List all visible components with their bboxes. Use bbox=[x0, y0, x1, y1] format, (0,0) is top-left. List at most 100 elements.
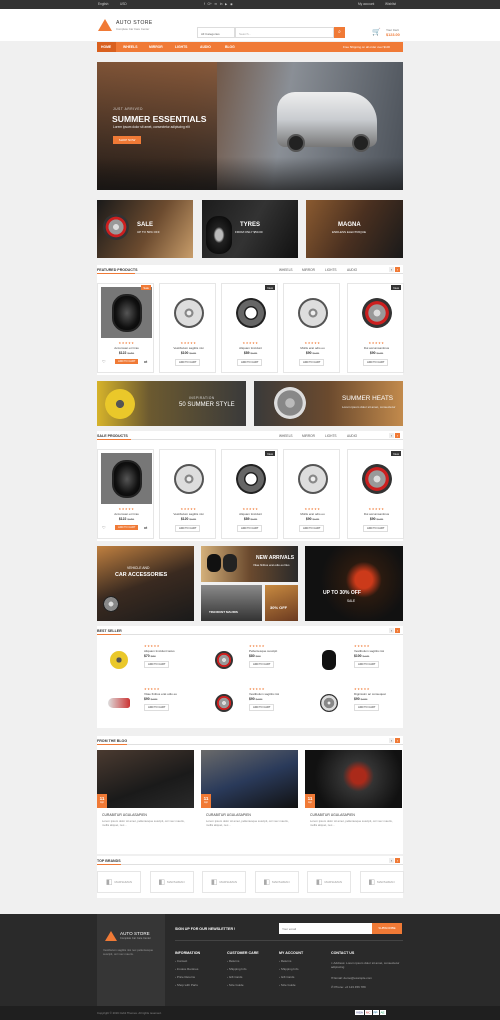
hero-banner[interactable]: JUST ARRIVED SUMMER ESSENTIALS Lorem ips… bbox=[97, 62, 403, 190]
add-to-cart-button[interactable]: ADD TO CART bbox=[144, 704, 170, 711]
nav-audio[interactable]: AUDIO bbox=[200, 45, 211, 49]
tab-wheels[interactable]: WHEELS bbox=[279, 434, 292, 438]
product-card[interactable]: ★★★★★ Mollis erat odio eu $90 $100 ADD T… bbox=[283, 449, 340, 539]
next-arrow-icon[interactable]: › bbox=[395, 628, 400, 633]
hero-shop-button[interactable]: SHOP NOW bbox=[113, 136, 141, 144]
wishlist-link[interactable]: Wishlist bbox=[385, 2, 396, 6]
blog-post-title[interactable]: CURABITUR UGULASAPIEN bbox=[206, 813, 251, 817]
search-button[interactable]: ⌕ bbox=[334, 27, 345, 38]
nav-lights[interactable]: LIGHTS bbox=[175, 45, 187, 49]
brand-logo[interactable]: ◧ MARSHMAN bbox=[97, 871, 141, 893]
account-link[interactable]: My account bbox=[358, 2, 374, 6]
add-to-cart-button[interactable]: ADD TO CART bbox=[363, 525, 389, 532]
prev-arrow-icon[interactable]: ‹ bbox=[389, 628, 394, 633]
product-name[interactable]: Dui accumsantinus bbox=[348, 512, 405, 516]
bestseller-item[interactable]: ★★★★★ Aliquam tincidunt lacus $70 $80 AD… bbox=[100, 642, 200, 680]
blog-post[interactable]: 11 Apr CURABITUR UGULASAPIEN Lorem ipsum… bbox=[201, 750, 298, 850]
footer-link[interactable]: › Invoice Rentnes bbox=[175, 967, 200, 971]
product-card[interactable]: ★★★★★ Accumsan et Cras $122 $150 ♡ ADD TO… bbox=[97, 449, 154, 539]
brand-logo[interactable]: ◧ MARSHMAN bbox=[254, 871, 299, 893]
footer-link[interactable]: › Shipping Info bbox=[227, 967, 259, 971]
language-select[interactable]: English bbox=[98, 2, 108, 6]
bestseller-item[interactable]: ★★★★★ Vestibulum sagittis nisi $90 $100 … bbox=[205, 685, 305, 723]
footer-link[interactable]: › Returns bbox=[227, 959, 259, 963]
bestseller-item[interactable]: ★★★★★ Pellentesque suscipit $80 $90 ADD … bbox=[205, 642, 305, 680]
product-name[interactable]: Aliquam tincidunt lacus bbox=[144, 649, 175, 653]
banner-sale[interactable]: SALE UP TO 50% OFF bbox=[97, 200, 193, 258]
tab-audio[interactable]: AUDIO bbox=[347, 434, 357, 438]
add-to-cart-button[interactable]: ADD TO CART bbox=[354, 704, 380, 711]
add-to-cart-button[interactable]: ADD TO CART bbox=[144, 661, 170, 668]
product-name[interactable]: Vestibulum sagittis nisi bbox=[249, 692, 279, 696]
add-to-cart-button[interactable]: ADD TO CART bbox=[115, 359, 139, 364]
nav-wheels[interactable]: WHEELS bbox=[123, 45, 138, 49]
product-name[interactable]: Vestibulum sagittis nisi bbox=[354, 649, 384, 653]
promo-tincidunt[interactable]: TINCIDUNT MAURIS bbox=[201, 585, 262, 621]
promo-accessories[interactable]: VEHICLE AND CAR ACCESSORIES bbox=[97, 546, 194, 621]
brand-logo[interactable]: ◧ MARSHMAN bbox=[149, 871, 194, 893]
product-name[interactable]: Mollis erat odio eu bbox=[284, 512, 341, 516]
brand-logo[interactable]: ◧ MARSHMAN bbox=[359, 871, 404, 893]
add-to-cart-button[interactable]: ADD TO CART bbox=[299, 359, 325, 366]
tab-mirror[interactable]: MIRROR bbox=[302, 434, 315, 438]
next-arrow-icon[interactable]: › bbox=[395, 858, 400, 863]
compare-icon[interactable]: ⇄ bbox=[144, 525, 147, 530]
newsletter-email-input[interactable]: Your email bbox=[279, 923, 372, 934]
blog-post[interactable]: 11 Apr CURABITUR UGULASAPIEN Lorem ipsum… bbox=[97, 750, 194, 850]
product-card[interactable]: Sale ★★★★★ Accumsan et Cras $122 $150 ♡ A… bbox=[97, 283, 154, 373]
footer-link[interactable]: › Shop with Parts bbox=[175, 983, 200, 987]
banner-magna[interactable]: MAGNA ENDLESS ELECTRIQUE bbox=[306, 200, 403, 258]
prev-arrow-icon[interactable]: ‹ bbox=[389, 858, 394, 863]
add-to-cart-button[interactable]: ADD TO CART bbox=[175, 359, 201, 366]
brand-logo[interactable]: ◧ MARSHMAN bbox=[307, 871, 351, 893]
footer-link[interactable]: › Contact bbox=[175, 959, 200, 963]
banner-tyres[interactable]: TYRES FROM ONLY $50.00 bbox=[202, 200, 298, 258]
product-card[interactable]: New ★★★★★ Dui accumsantinus $90 $100 ADD… bbox=[347, 283, 404, 373]
footer-link[interactable]: › Gift Cards bbox=[279, 975, 303, 979]
store-name[interactable]: AUTO STORE bbox=[116, 20, 153, 26]
logo-icon[interactable] bbox=[104, 930, 118, 942]
add-to-cart-button[interactable]: ADD TO CART bbox=[363, 359, 389, 366]
add-to-cart-button[interactable]: ADD TO CART bbox=[299, 525, 325, 532]
tab-lights[interactable]: LIGHTS bbox=[325, 268, 337, 272]
product-name[interactable]: Mollis erat odio eu bbox=[284, 346, 341, 350]
logo-icon[interactable] bbox=[97, 18, 113, 32]
promo-up-to-30[interactable]: UP TO 30% OFF SALE bbox=[305, 546, 403, 621]
brand-logo[interactable]: ◧ MARSHMAN bbox=[202, 871, 246, 893]
product-name[interactable]: Aliquam tincidunt bbox=[222, 512, 279, 516]
currency-select[interactable]: USD bbox=[120, 2, 127, 6]
nav-mirror[interactable]: MIRROR bbox=[149, 45, 163, 49]
add-to-cart-button[interactable]: ADD TO CART bbox=[115, 525, 139, 530]
add-to-cart-button[interactable]: ADD TO CART bbox=[237, 525, 263, 532]
add-to-cart-button[interactable]: ADD TO CART bbox=[237, 359, 263, 366]
footer-link[interactable]: › Gift Cards bbox=[227, 975, 259, 979]
bestseller-item[interactable]: ★★★★★ Vitae finibus erat odio eu $90 $10… bbox=[100, 685, 200, 723]
banner-summer-heats[interactable]: SUMMER HEATS Lorem ipsum dolor sit amet,… bbox=[254, 381, 403, 426]
product-name[interactable]: Accumsan et Cras bbox=[98, 346, 155, 350]
blog-post[interactable]: 11 Apr CURABITUR UGULASAPIEN Lorem ipsum… bbox=[305, 750, 402, 850]
footer-link[interactable]: › Shipping Info bbox=[279, 967, 303, 971]
product-name[interactable]: Vestibulum sagittis nisi bbox=[160, 346, 217, 350]
footer-link[interactable]: › Size Guide bbox=[279, 983, 303, 987]
footer-link[interactable]: › Price Returns bbox=[175, 975, 200, 979]
add-to-cart-button[interactable]: ADD TO CART bbox=[249, 704, 275, 711]
blog-post-title[interactable]: CURABITUR UGULASAPIEN bbox=[102, 813, 147, 817]
product-card[interactable]: ★★★★★ Vestibulum sagittis nisi $100 $120… bbox=[159, 283, 216, 373]
product-name[interactable]: Vestibulum sagittis nisi bbox=[160, 512, 217, 516]
prev-arrow-icon[interactable]: ‹ bbox=[389, 267, 394, 272]
add-to-cart-button[interactable]: ADD TO CART bbox=[354, 661, 380, 668]
footer-link[interactable]: › Size Guide bbox=[227, 983, 259, 987]
product-card[interactable]: ★★★★★ Vestibulum sagittis nisi $120 $130… bbox=[159, 449, 216, 539]
blog-post-title[interactable]: CURABITUR UGULASAPIEN bbox=[310, 813, 355, 817]
bestseller-item[interactable]: ★★★★★ Vestibulum sagittis nisi $100 $120… bbox=[310, 642, 410, 680]
wishlist-icon[interactable]: ♡ bbox=[102, 525, 106, 530]
cart-total[interactable]: $123.00 bbox=[386, 33, 400, 37]
promo-new-arrivals[interactable]: NEW ARRIVALS Vitae finibus erat odio eu … bbox=[201, 546, 298, 582]
nav-home[interactable]: HOME bbox=[101, 45, 111, 49]
social-icons[interactable]: f G+ ✉ in ▶ ◉ bbox=[204, 2, 233, 6]
product-name[interactable]: Aliquam tincidunt bbox=[222, 346, 279, 350]
prev-arrow-icon[interactable]: ‹ bbox=[389, 433, 394, 438]
prev-arrow-icon[interactable]: ‹ bbox=[389, 738, 394, 743]
product-card[interactable]: New ★★★★★ Aliquam tincidunt $89 $100 ADD… bbox=[221, 283, 278, 373]
category-select[interactable]: All Categories bbox=[197, 27, 235, 38]
